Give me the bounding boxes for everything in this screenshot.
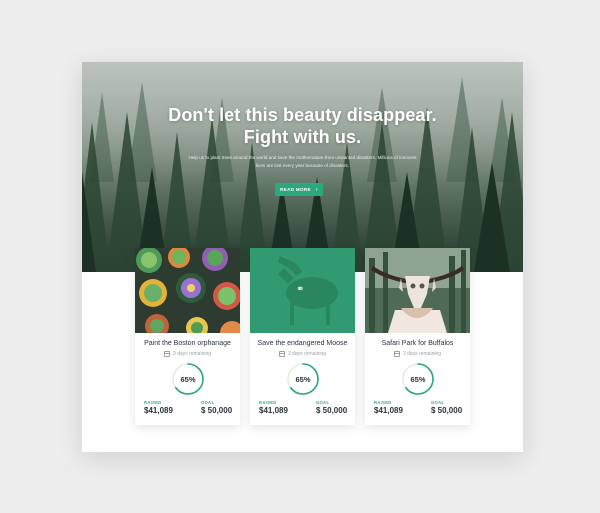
goal-label: GOAL [431, 400, 445, 405]
goal-amount: $ 50,000 [316, 406, 348, 415]
chevron-right-icon: › [315, 186, 318, 193]
days-remaining: 3 days remaining [365, 351, 470, 357]
days-remaining-text: 3 days remaining [287, 351, 327, 357]
moose-image: ⚭ [250, 248, 355, 333]
days-remaining-text: 3 days remaining [172, 351, 212, 357]
progress-percent: 65% [180, 374, 196, 384]
card-title[interactable]: Safari Park for Buffalos [365, 340, 470, 347]
buffalo-skull-image [365, 248, 470, 333]
raised-label: RAISED [374, 400, 392, 405]
read-more-button[interactable]: READ MORE › [275, 183, 323, 196]
progress-percent: 65% [410, 374, 426, 384]
hero-title-line-1: Don't let this beauty disappear. [168, 105, 437, 125]
campaign-card-buffalos[interactable]: Safari Park for Buffalos 3 days remainin… [365, 248, 470, 425]
raised-label: RAISED [259, 400, 277, 405]
goal-label: GOAL [316, 400, 330, 405]
days-remaining: 3 days remaining [135, 351, 240, 357]
card-title[interactable]: Paint the Boston orphanage [135, 340, 240, 347]
campaign-card-orphanage[interactable]: Paint the Boston orphanage 3 days remain… [135, 248, 240, 425]
raised-amount: $41,089 [144, 406, 173, 415]
hero-title-line-2: Fight with us. [243, 127, 362, 147]
calendar-icon [393, 351, 400, 357]
goal-amount: $ 50,000 [431, 406, 463, 415]
page-frame: Don't let this beauty disappear. Fight w… [82, 62, 523, 452]
raised-amount: $41,089 [374, 406, 403, 415]
hero-subtitle: Help us to plant trees around the world … [188, 155, 417, 168]
days-remaining-text: 3 days remaining [402, 351, 442, 357]
campaign-card-moose[interactable]: ⚭ Save the endangered Moose 3 days remai… [250, 248, 355, 425]
days-remaining: 3 days remaining [250, 351, 355, 357]
goal-amount: $ 50,000 [201, 406, 233, 415]
raised-amount: $41,089 [259, 406, 288, 415]
hero-section: Don't let this beauty disappear. Fight w… [82, 62, 523, 272]
link-icon[interactable]: ⚭ [296, 285, 304, 295]
read-more-label: READ MORE [280, 187, 311, 192]
calendar-icon [163, 351, 170, 357]
cactus-pots-image [135, 248, 240, 333]
hero-title: Don't let this beauty disappear. Fight w… [82, 104, 523, 148]
card-title[interactable]: Save the endangered Moose [250, 340, 355, 347]
goal-label: GOAL [201, 400, 215, 405]
raised-label: RAISED [144, 400, 162, 405]
progress-percent: 65% [295, 374, 311, 384]
calendar-icon [278, 351, 285, 357]
